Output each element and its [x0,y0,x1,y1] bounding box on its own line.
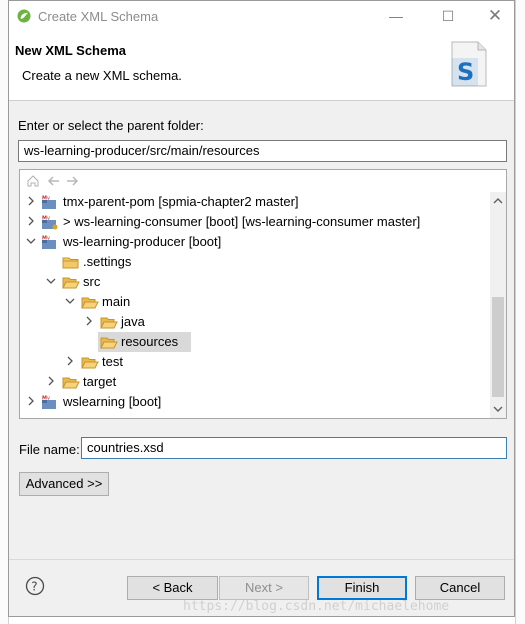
open-folder-icon [100,317,118,329]
minimize-button[interactable]: — [385,6,407,26]
open-folder-icon [62,277,80,289]
tree-item-label: java [121,314,145,329]
folder-icon [62,257,79,269]
chevron-right-icon[interactable] [64,355,76,367]
scrollbar-thumb[interactable] [492,297,504,397]
chevron-right-icon[interactable] [45,375,57,387]
tree-item-label: wslearning [boot] [63,394,162,409]
help-icon[interactable]: ? [25,576,45,596]
maven-project-icon: Mv [42,396,56,409]
chevron-right-icon[interactable] [25,215,37,227]
back-arrow-icon[interactable] [47,174,61,188]
tree-item-resources[interactable]: resources [20,332,490,352]
svg-text:v: v [47,236,50,242]
tree-item-label: > ws-learning-consumer [boot] [ws-learni… [63,214,421,229]
tree-scrollbar[interactable] [490,192,506,418]
open-folder-icon [81,357,99,369]
spring-icon [17,9,31,23]
chevron-right-icon[interactable] [25,195,37,207]
tree-item-target[interactable]: target [20,372,490,392]
tree-item-ws-learning-consumer[interactable]: Mv > ws-learning-consumer [boot] [ws-lea… [20,212,490,232]
maven-project-icon: Mv [42,196,56,209]
tree-item-label: ws-learning-producer [boot] [63,234,222,249]
wizard-banner: New XML Schema Create a new XML schema. … [9,32,514,101]
tree-item-tmx-parent-pom[interactable]: Mv tmx-parent-pom [spmia-chapter2 master… [20,192,490,212]
tree-item-label: resources [121,334,179,349]
svg-text:v: v [47,196,50,202]
window-title: Create XML Schema [38,9,159,24]
watermark: https://blog.csdn.net/michaelehome [183,599,450,614]
forward-arrow-icon[interactable] [65,174,79,188]
scroll-up-icon[interactable] [490,192,506,209]
file-name-input[interactable]: countries.xsd [81,437,507,459]
chevron-down-icon[interactable] [45,275,57,287]
svg-text:?: ? [31,580,37,594]
maven-project-icon: Mv [42,236,56,249]
folder-tree[interactable]: Mv tmx-parent-pom [spmia-chapter2 master… [19,169,507,419]
tree-item-settings[interactable]: .settings [20,252,490,272]
svg-text:S: S [457,58,474,86]
svg-text:v: v [47,396,50,402]
title-bar: Create XML Schema — ☐ ✕ [9,1,514,32]
back-button[interactable]: < Back [127,576,218,600]
tree-item-ws-learning-producer[interactable]: Mv ws-learning-producer [boot] [20,232,490,252]
xml-schema-wizard-icon: S [451,41,487,87]
open-folder-icon [81,297,99,309]
advanced-button[interactable]: Advanced >> [19,472,109,496]
open-folder-icon [62,377,80,389]
chevron-down-icon[interactable] [25,235,37,247]
footer-divider [9,559,514,560]
parent-folder-label: Enter or select the parent folder: [18,118,204,133]
tree-item-test[interactable]: test [20,352,490,372]
chevron-down-icon[interactable] [64,295,76,307]
chevron-right-icon[interactable] [83,315,95,327]
svg-text:v: v [47,216,50,222]
wizard-description: Create a new XML schema. [22,68,182,83]
next-button[interactable]: Next > [219,576,309,600]
home-icon[interactable] [26,174,40,188]
wizard-heading: New XML Schema [15,43,127,58]
tree-item-label: src [83,274,101,289]
tree-item-wslearning[interactable]: Mv wslearning [boot] [20,392,490,412]
tree-item-label: test [102,354,123,369]
background-editor-right [515,0,525,624]
tree-toolbar [20,170,490,192]
scroll-down-icon[interactable] [490,401,506,418]
tree-item-src[interactable]: src [20,272,490,292]
tree-item-label: target [83,374,117,389]
tree-item-main[interactable]: main [20,292,490,312]
tree-item-label: tmx-parent-pom [spmia-chapter2 master] [63,194,299,209]
maven-project-icon: Mv [42,216,58,230]
cancel-button[interactable]: Cancel [415,576,505,600]
close-button[interactable]: ✕ [484,6,506,26]
create-xml-schema-dialog: Create XML Schema — ☐ ✕ New XML Schema C… [8,0,515,617]
file-name-label: File name: [19,442,80,457]
open-folder-icon [100,337,118,349]
finish-button[interactable]: Finish [317,576,407,600]
tree-item-java[interactable]: java [20,312,490,332]
chevron-right-icon[interactable] [25,395,37,407]
parent-folder-input[interactable]: ws-learning-producer/src/main/resources [18,140,507,162]
maximize-button[interactable]: ☐ [437,6,459,26]
tree-item-label: .settings [83,254,132,269]
tree-item-label: main [102,294,131,309]
